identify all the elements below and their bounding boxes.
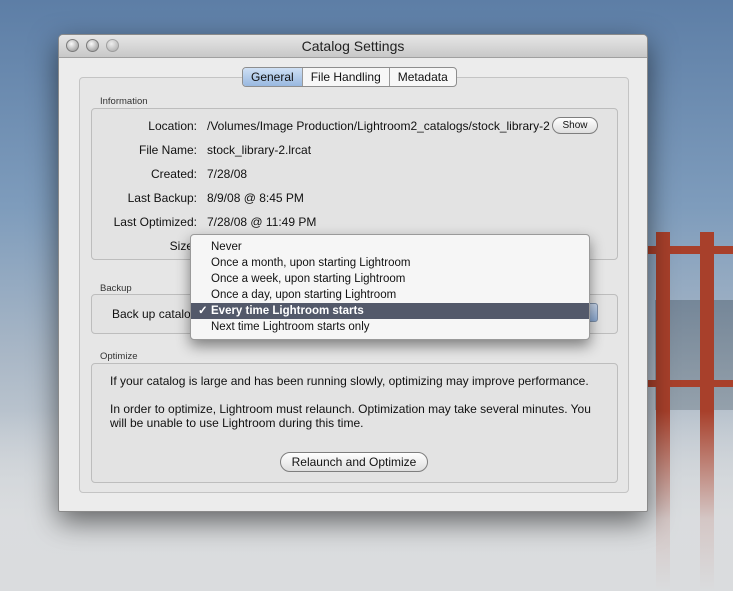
created-label: Created:: [150, 167, 197, 181]
menu-item-weekly[interactable]: Once a week, upon starting Lightroom: [191, 271, 589, 287]
file-name-label: File Name:: [138, 143, 197, 157]
window-title: Catalog Settings: [301, 38, 405, 54]
location-value: /Volumes/Image Production/Lightroom2_cat…: [207, 119, 550, 133]
last-optimized-label: Last Optimized:: [113, 215, 197, 229]
created-value: 7/28/08: [207, 167, 248, 181]
relaunch-and-optimize-button[interactable]: Relaunch and Optimize: [280, 452, 428, 472]
optimize-description: If your catalog is large and has been ru…: [110, 374, 589, 388]
backup-section-label: Backup: [100, 283, 132, 294]
menu-item-label: Next time Lightroom starts only: [211, 321, 370, 333]
last-backup-value: 8/9/08 @ 8:45 PM: [207, 191, 304, 205]
checkmark-icon: ✓: [198, 305, 208, 317]
tab-file-handling[interactable]: File Handling: [303, 68, 390, 86]
optimize-warning-line1: In order to optimize, Lightroom must rel…: [110, 402, 591, 416]
menu-item-label: Once a week, upon starting Lightroom: [211, 273, 406, 285]
menu-item-daily[interactable]: Once a day, upon starting Lightroom: [191, 287, 589, 303]
menu-item-label: Once a month, upon starting Lightroom: [211, 257, 411, 269]
bridge-crossbar: [648, 380, 733, 387]
show-button[interactable]: Show: [552, 117, 598, 134]
information-section-label: Information: [100, 96, 148, 107]
menu-item-never[interactable]: Never: [191, 239, 589, 255]
menu-item-label: Once a day, upon starting Lightroom: [211, 289, 397, 301]
menu-item-every-time[interactable]: ✓ Every time Lightroom starts: [191, 303, 589, 319]
tab-metadata[interactable]: Metadata: [390, 68, 456, 86]
size-label: Size: [169, 239, 193, 253]
bridge-crossbar: [648, 246, 733, 254]
title-bar[interactable]: Catalog Settings: [59, 35, 647, 58]
location-label: Location:: [148, 119, 197, 133]
menu-item-label: Every time Lightroom starts: [211, 305, 364, 317]
optimize-section-label: Optimize: [100, 351, 138, 362]
tab-general[interactable]: General: [243, 68, 303, 86]
file-name-value: stock_library-2.lrcat: [207, 143, 312, 157]
last-backup-label: Last Backup:: [127, 191, 197, 205]
back-up-catalog-label: Back up catalog: [112, 307, 198, 321]
menu-item-label: Never: [211, 241, 242, 253]
menu-item-monthly[interactable]: Once a month, upon starting Lightroom: [191, 255, 589, 271]
backup-frequency-menu: Never Once a month, upon starting Lightr…: [190, 234, 590, 340]
optimize-warning-line2: will be unable to use Lightroom during t…: [110, 416, 364, 430]
menu-item-next-time[interactable]: Next time Lightroom starts only: [191, 319, 589, 335]
last-optimized-value: 7/28/08 @ 11:49 PM: [207, 215, 317, 229]
tab-bar: General File Handling Metadata: [242, 67, 457, 87]
